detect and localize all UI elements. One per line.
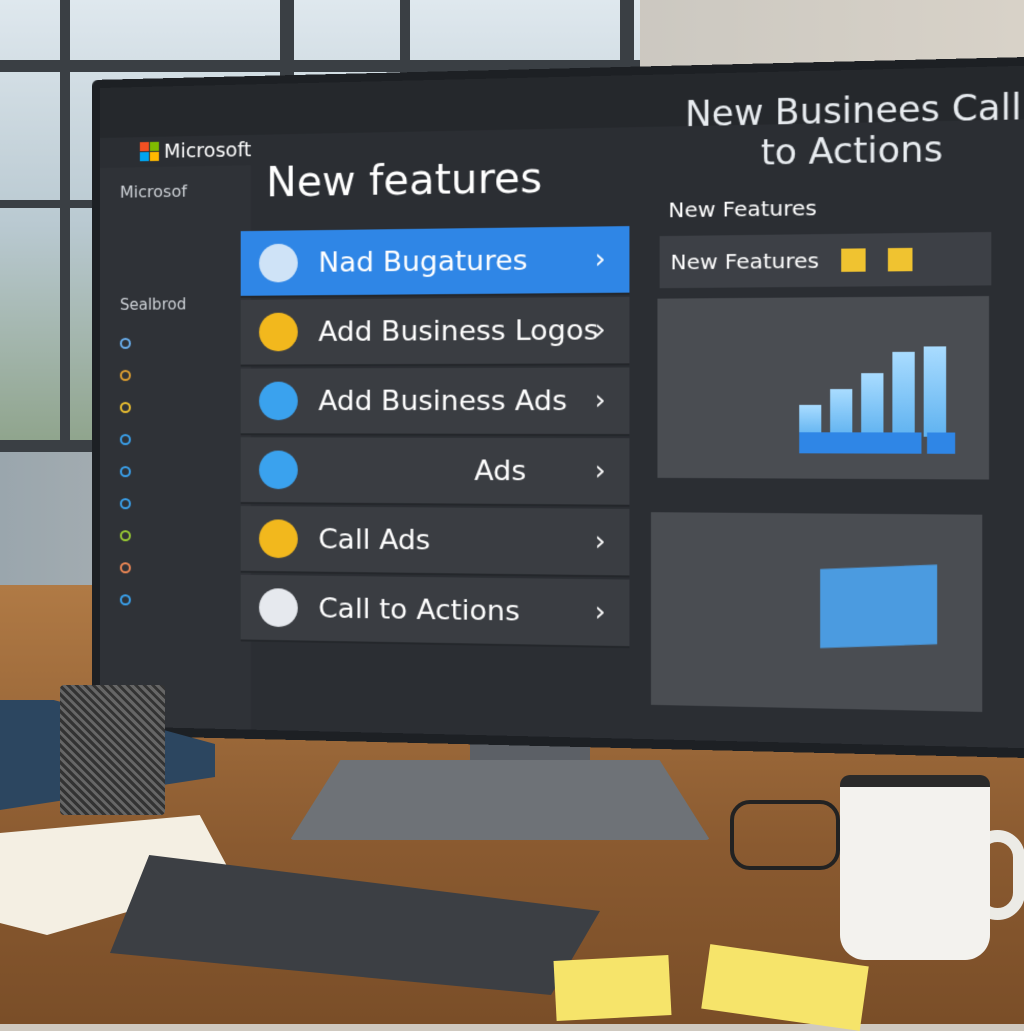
chevron-right-icon: › <box>594 526 606 558</box>
feature-row[interactable]: Call Ads › <box>240 506 630 578</box>
chevron-right-icon: › <box>594 455 606 487</box>
circle-icon <box>119 337 131 349</box>
action-icon-button[interactable] <box>927 432 956 454</box>
send-icon <box>259 588 298 628</box>
cloud-icon <box>259 450 298 490</box>
sidebar-item[interactable] <box>119 466 131 478</box>
square-icon <box>887 247 913 272</box>
chart-bar <box>923 346 947 437</box>
monitor-screen: Microsoft Microsof Sealbrod New features… <box>100 65 1024 749</box>
row-label: Call to Actions <box>318 592 520 628</box>
windows-card <box>650 512 983 712</box>
circle-icon <box>119 369 131 381</box>
feature-row[interactable]: Nad Bugatures › <box>240 226 630 298</box>
sidebar-item-label: Microsof <box>119 181 187 202</box>
chart-card <box>657 296 990 480</box>
page-title: New features <box>266 154 543 207</box>
feature-row[interactable]: Ads › <box>240 437 630 507</box>
microsoft-logo-icon <box>139 141 159 162</box>
row-label: Add Business Ads <box>318 384 568 417</box>
bar-chart <box>657 296 989 437</box>
feature-row[interactable]: Add Business Logos › <box>240 296 630 367</box>
sidebar-item[interactable] <box>119 369 131 381</box>
sidebar-item-label: Sealbrod <box>119 295 187 314</box>
row-label: Ads <box>474 454 527 487</box>
sidebar-item[interactable] <box>119 594 131 606</box>
chevron-right-icon: › <box>594 244 606 276</box>
panel-subtitle: New Features <box>668 195 817 223</box>
brand-name: Microsoft <box>163 138 252 163</box>
circle-icon <box>119 562 131 574</box>
person-icon <box>259 381 298 421</box>
sticky-note <box>553 955 672 1021</box>
row-label: Call Ads <box>318 523 431 557</box>
sidebar-item[interactable] <box>119 434 131 446</box>
chevron-right-icon: › <box>594 385 606 417</box>
circle-icon <box>119 401 131 414</box>
sidebar-item[interactable] <box>119 498 131 510</box>
windows-logo-icon <box>820 564 938 649</box>
square-icon <box>841 248 866 272</box>
circle-icon <box>119 434 131 446</box>
chart-bar <box>830 389 853 437</box>
chat-icon <box>259 312 298 352</box>
monitor-base <box>290 760 710 840</box>
user-icon <box>259 243 298 283</box>
action-button[interactable] <box>799 432 922 454</box>
sidebar: Microsof Sealbrod <box>100 165 251 732</box>
row-label: Nad Bugatures <box>318 244 528 279</box>
sidebar-item[interactable] <box>119 401 131 414</box>
chart-bar <box>861 373 884 437</box>
chevron-right-icon: › <box>594 596 606 629</box>
panel-title: New Businees Call to Actions <box>684 86 1022 173</box>
sidebar-item[interactable] <box>119 337 131 349</box>
features-box[interactable]: New Features <box>659 232 992 289</box>
circle-icon <box>119 594 131 606</box>
lock-icon <box>259 519 298 559</box>
circle-icon <box>119 498 131 510</box>
sidebar-item[interactable] <box>119 562 131 574</box>
feature-row[interactable]: Call to Actions › <box>240 574 630 649</box>
pencil-cup <box>60 685 165 815</box>
feature-row[interactable]: Add Business Ads › <box>240 367 630 437</box>
circle-icon <box>119 466 131 478</box>
sidebar-item[interactable]: Sealbrod <box>120 295 186 314</box>
chevron-right-icon: › <box>594 314 606 346</box>
sidebar-item[interactable] <box>119 530 131 542</box>
features-box-label: New Features <box>670 247 820 275</box>
row-label: Add Business Logos <box>318 314 599 348</box>
sidebar-item[interactable]: Microsof <box>120 182 187 202</box>
chart-bar <box>892 351 915 437</box>
coffee-mug <box>840 775 990 960</box>
circle-icon <box>119 530 131 542</box>
glasses <box>730 800 840 870</box>
